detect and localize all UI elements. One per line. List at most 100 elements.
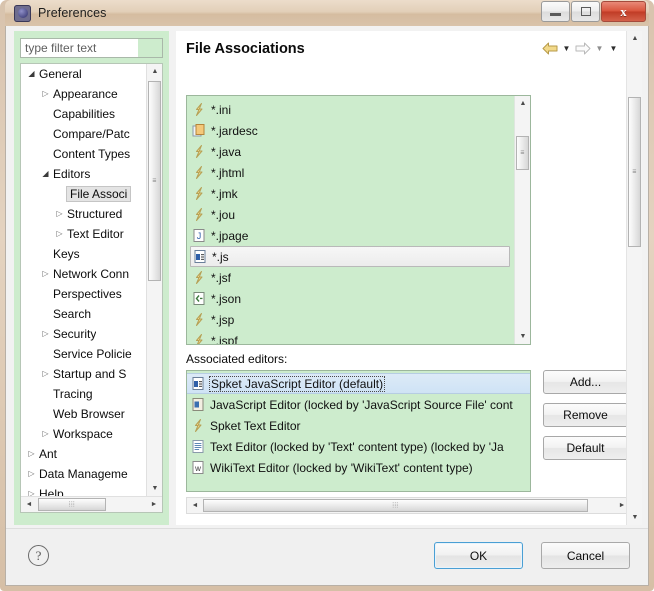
tree-vertical-scrollbar[interactable]: ▲ ≡ ▼ bbox=[146, 64, 162, 496]
associated-editor-row[interactable]: w WikiText Editor (locked by 'WikiText' c… bbox=[187, 457, 530, 478]
sidebar-item-keys[interactable]: Keys bbox=[21, 244, 146, 264]
page-vscroll-thumb[interactable]: ≡ bbox=[628, 97, 641, 247]
sidebar-item-content-types[interactable]: Content Types bbox=[21, 144, 146, 164]
scroll-left-icon[interactable]: ◄ bbox=[187, 498, 203, 513]
sidebar-item-appearance[interactable]: ▷ Appearance bbox=[21, 84, 146, 104]
preferences-tree[interactable]: ◢ General ▷ Appearance Capabilities Compare/P… bbox=[20, 63, 163, 513]
remove-button[interactable]: Remove bbox=[543, 403, 626, 427]
sidebar-item-label: Structured bbox=[67, 207, 123, 221]
file-type-row[interactable]: *.jsp bbox=[187, 309, 514, 330]
sidebar-item-file-associ[interactable]: File Associ bbox=[21, 184, 146, 204]
file-types-scroll-thumb[interactable]: ≡ bbox=[516, 136, 529, 170]
sidebar-item-security[interactable]: ▷ Security bbox=[21, 324, 146, 344]
file-type-row[interactable]: *.ini bbox=[187, 99, 514, 120]
filter-input-wrapper[interactable]: type filter text bbox=[20, 38, 163, 58]
close-button[interactable]: x bbox=[601, 1, 646, 22]
associated-editor-row[interactable]: JavaScript Editor (locked by 'JavaScript… bbox=[187, 394, 530, 415]
scroll-up-icon[interactable]: ▲ bbox=[627, 31, 642, 46]
sidebar-item-search[interactable]: Search bbox=[21, 304, 146, 324]
add-button[interactable]: Add... bbox=[543, 370, 626, 394]
editors-hscroll-thumb[interactable]: ⦙⦙⦙ bbox=[203, 499, 588, 512]
file-type-row[interactable]: *.jou bbox=[187, 204, 514, 225]
preferences-dialog: type filter text ◢ General ▷ Appearance Capa… bbox=[5, 26, 649, 586]
twisty-collapsed-icon[interactable]: ▷ bbox=[38, 330, 53, 338]
twisty-collapsed-icon[interactable]: ▷ bbox=[38, 90, 53, 98]
twisty-collapsed-icon[interactable]: ▷ bbox=[52, 230, 67, 238]
page-vertical-scrollbar[interactable]: ▲ ≡ ▼ bbox=[626, 31, 642, 525]
sidebar-item-structured[interactable]: ▷ Structured bbox=[21, 204, 146, 224]
tree-horizontal-scrollbar[interactable]: ◄ ⦙⦙⦙ ► bbox=[21, 496, 162, 512]
file-types-list[interactable]: *.ini *.jardesc *.java *.jhtml *.jmk *.jou J *.… bbox=[186, 95, 531, 345]
twisty-collapsed-icon[interactable]: ▷ bbox=[38, 430, 53, 438]
associated-editor-row[interactable]: Spket JavaScript Editor (default) bbox=[187, 373, 530, 394]
scroll-down-icon[interactable]: ▼ bbox=[515, 329, 530, 344]
twisty-collapsed-icon[interactable]: ▷ bbox=[52, 210, 67, 218]
sidebar-item-workspace[interactable]: ▷ Workspace bbox=[21, 424, 146, 444]
sidebar-item-service-policie[interactable]: Service Policie bbox=[21, 344, 146, 364]
sidebar-item-compare-patc[interactable]: Compare/Patc bbox=[21, 124, 146, 144]
sidebar-item-data-manageme[interactable]: ▷ Data Manageme bbox=[21, 464, 146, 484]
associated-editors-list[interactable]: Spket JavaScript Editor (default) JavaScr… bbox=[186, 370, 531, 492]
sidebar-item-perspectives[interactable]: Perspectives bbox=[21, 284, 146, 304]
file-types-scrollbar[interactable]: ▲ ≡ ▼ bbox=[514, 96, 530, 344]
associated-editor-label: WikiText Editor (locked by 'WikiText' co… bbox=[210, 460, 473, 475]
file-type-row[interactable]: J *.jpage bbox=[187, 225, 514, 246]
cancel-button[interactable]: Cancel bbox=[541, 542, 630, 569]
twisty-expanded-icon[interactable]: ◢ bbox=[24, 70, 39, 78]
maximize-button[interactable] bbox=[571, 1, 600, 22]
sidebar-item-help[interactable]: ▷ Help bbox=[21, 484, 146, 496]
sidebar-item-ant[interactable]: ▷ Ant bbox=[21, 444, 146, 464]
sidebar-item-editors[interactable]: ◢ Editors bbox=[21, 164, 146, 184]
scroll-right-icon[interactable]: ► bbox=[614, 498, 626, 513]
view-menu-chevron-down-icon[interactable]: ▼ bbox=[607, 40, 620, 56]
twisty-collapsed-icon[interactable]: ▷ bbox=[24, 470, 39, 478]
ok-button[interactable]: OK bbox=[434, 542, 523, 569]
file-type-row[interactable]: *.jsf bbox=[187, 267, 514, 288]
file-type-row[interactable]: *.jhtml bbox=[187, 162, 514, 183]
default-button[interactable]: Default bbox=[543, 436, 626, 460]
file-type-row[interactable]: *.java bbox=[187, 141, 514, 162]
sidebar-item-label: Web Browser bbox=[53, 407, 125, 421]
file-type-row[interactable]: *.jmk bbox=[187, 183, 514, 204]
sidebar-item-startup-and-s[interactable]: ▷ Startup and S bbox=[21, 364, 146, 384]
tree-vscroll-thumb[interactable]: ≡ bbox=[148, 81, 161, 281]
sidebar-item-network-conn[interactable]: ▷ Network Conn bbox=[21, 264, 146, 284]
filter-input[interactable]: type filter text bbox=[21, 41, 138, 55]
file-type-row[interactable]: *.js bbox=[190, 246, 510, 267]
scroll-down-icon[interactable]: ▼ bbox=[147, 481, 162, 496]
page-navigation: ▼ ▼ ▼ bbox=[541, 40, 620, 56]
back-arrow-icon[interactable] bbox=[541, 40, 559, 56]
sidebar-item-capabilities[interactable]: Capabilities bbox=[21, 104, 146, 124]
editor-action-buttons: Add... Remove Default bbox=[543, 370, 626, 469]
associated-editor-row[interactable]: Text Editor (locked by 'Text' content ty… bbox=[187, 436, 530, 457]
twisty-collapsed-icon[interactable]: ▷ bbox=[38, 370, 53, 378]
sidebar-item-label: Service Policie bbox=[53, 347, 132, 361]
sidebar-item-general[interactable]: ◢ General bbox=[21, 64, 146, 84]
file-type-row[interactable]: *.jspf bbox=[187, 330, 514, 344]
page-body: *.ini *.jardesc *.java *.jhtml *.jmk *.jou J *.… bbox=[176, 67, 626, 525]
sidebar-item-label: Workspace bbox=[53, 427, 113, 441]
sidebar-item-tracing[interactable]: Tracing bbox=[21, 384, 146, 404]
generic-yellow-file-icon bbox=[192, 207, 206, 222]
scroll-up-icon[interactable]: ▲ bbox=[515, 96, 530, 111]
javascript-source-editor-icon bbox=[191, 397, 205, 412]
sidebar-item-label: File Associ bbox=[66, 186, 132, 202]
svg-text:w: w bbox=[194, 464, 201, 473]
scroll-right-icon[interactable]: ► bbox=[146, 497, 162, 512]
help-question-icon[interactable]: ? bbox=[28, 545, 49, 566]
editors-horizontal-scrollbar[interactable]: ◄ ⦙⦙⦙ ► bbox=[186, 497, 626, 514]
twisty-collapsed-icon[interactable]: ▷ bbox=[24, 450, 39, 458]
tree-hscroll-thumb[interactable]: ⦙⦙⦙ bbox=[38, 498, 106, 511]
file-type-row[interactable]: *.jardesc bbox=[187, 120, 514, 141]
scroll-down-icon[interactable]: ▼ bbox=[627, 510, 642, 525]
twisty-collapsed-icon[interactable]: ▷ bbox=[38, 270, 53, 278]
scroll-up-icon[interactable]: ▲ bbox=[147, 64, 162, 79]
file-type-row[interactable]: *.json bbox=[187, 288, 514, 309]
associated-editor-row[interactable]: Spket Text Editor bbox=[187, 415, 530, 436]
sidebar-item-web-browser[interactable]: Web Browser bbox=[21, 404, 146, 424]
back-history-chevron-down-icon[interactable]: ▼ bbox=[560, 40, 573, 56]
sidebar-item-text-editor[interactable]: ▷ Text Editor bbox=[21, 224, 146, 244]
twisty-expanded-icon[interactable]: ◢ bbox=[38, 170, 53, 178]
scroll-left-icon[interactable]: ◄ bbox=[21, 497, 37, 512]
minimize-button[interactable] bbox=[541, 1, 570, 22]
